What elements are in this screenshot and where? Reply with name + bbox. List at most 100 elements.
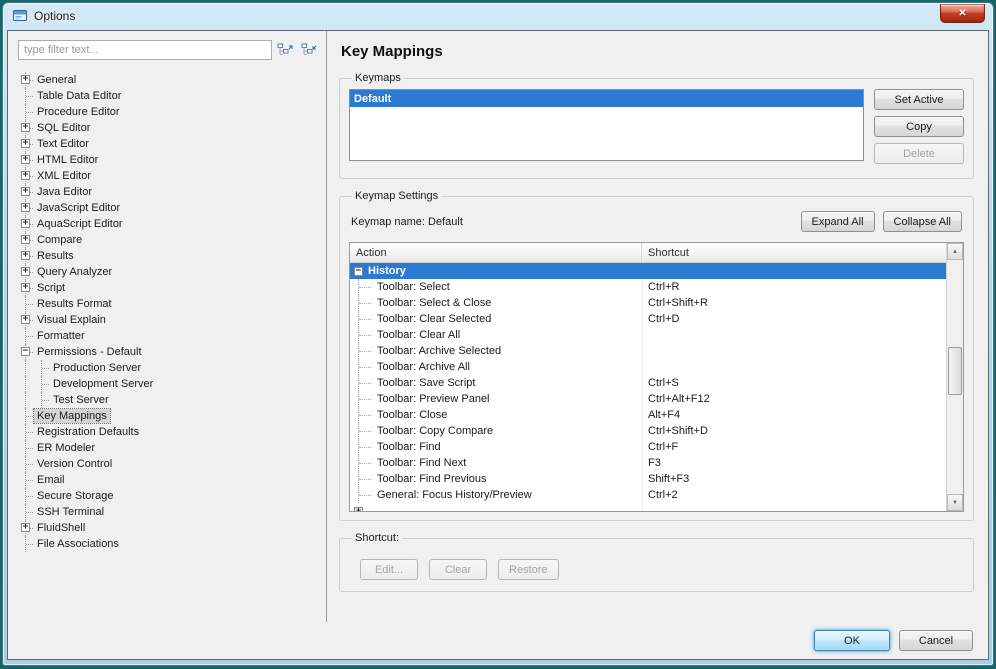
expand-all-tree-button[interactable]	[274, 40, 296, 60]
tree-item-email[interactable]: Email	[18, 472, 320, 488]
tree-item-query-analyzer[interactable]: + Query Analyzer	[18, 264, 320, 280]
clear-button[interactable]: Clear	[429, 559, 487, 580]
keymap-action-row-toolbar-select[interactable]: Toolbar: Select Ctrl+R	[350, 279, 946, 295]
tree-item-table-data-editor[interactable]: Table Data Editor	[18, 88, 320, 104]
delete-button[interactable]: Delete	[874, 143, 964, 164]
keymap-action-row-toolbar-clear-selected[interactable]: Toolbar: Clear Selected Ctrl+D	[350, 311, 946, 327]
keymap-action-row-toolbar-find-previous[interactable]: Toolbar: Find Previous Shift+F3	[350, 471, 946, 487]
ok-button[interactable]: OK	[814, 630, 890, 651]
action-label: Toolbar: Save Script	[377, 377, 476, 389]
expand-icon[interactable]: +	[21, 523, 30, 532]
table-header[interactable]: Action Shortcut	[350, 243, 946, 263]
tree-item-script[interactable]: + Script	[18, 280, 320, 296]
tree-item-xml-editor[interactable]: + XML Editor	[18, 168, 320, 184]
tree-item-er-modeler[interactable]: ER Modeler	[18, 440, 320, 456]
tree-connector	[350, 423, 377, 439]
tree-connector: +	[18, 280, 34, 296]
tree-item-permissions-default[interactable]: − Permissions - Default	[18, 344, 320, 360]
action-label: Toolbar: Select & Close	[377, 297, 492, 309]
scroll-up-button[interactable]: ▲	[947, 243, 963, 260]
collapse-icon[interactable]: −	[354, 266, 363, 276]
tree-indent	[18, 392, 34, 408]
tree-item-visual-explain[interactable]: + Visual Explain	[18, 312, 320, 328]
expand-icon[interactable]: +	[21, 171, 30, 180]
copy-button[interactable]: Copy	[874, 116, 964, 137]
collapse-all-tree-button[interactable]	[298, 40, 320, 60]
expand-icon[interactable]: +	[21, 123, 30, 132]
collapse-all-tree-icon	[301, 43, 317, 58]
tree-item-file-associations[interactable]: File Associations	[18, 536, 320, 552]
tree-item-key-mappings[interactable]: Key Mappings	[18, 408, 320, 424]
column-header-action[interactable]: Action	[350, 243, 642, 262]
tree-item-java-editor[interactable]: + Java Editor	[18, 184, 320, 200]
keymap-action-row-toolbar-find[interactable]: Toolbar: Find Ctrl+F	[350, 439, 946, 455]
tree-item-fluidshell[interactable]: + FluidShell	[18, 520, 320, 536]
tree-connector: +	[18, 184, 34, 200]
tree-item-results[interactable]: + Results	[18, 248, 320, 264]
keymap-group-row-history[interactable]: − History	[350, 263, 946, 279]
scrollbar-thumb[interactable]	[948, 347, 962, 395]
tree-item-sql-editor[interactable]: + SQL Editor	[18, 120, 320, 136]
keymap-action-row-toolbar-preview-panel[interactable]: Toolbar: Preview Panel Ctrl+Alt+F12	[350, 391, 946, 407]
expand-icon[interactable]: +	[21, 187, 30, 196]
tree-item-label: HTML Editor	[37, 154, 99, 166]
expand-icon[interactable]: +	[21, 203, 30, 212]
keymap-action-row-toolbar-archive-all[interactable]: Toolbar: Archive All	[350, 359, 946, 375]
scroll-down-button[interactable]: ▼	[947, 494, 963, 511]
expand-icon[interactable]: +	[21, 283, 30, 292]
tree-connector: +	[18, 216, 34, 232]
keymap-action-row-toolbar-find-next[interactable]: Toolbar: Find Next F3	[350, 455, 946, 471]
expand-icon[interactable]: +	[21, 139, 30, 148]
edit-button[interactable]: Edit...	[360, 559, 418, 580]
keymap-action-row-toolbar-save-script[interactable]: Toolbar: Save Script Ctrl+S	[350, 375, 946, 391]
expand-icon[interactable]: +	[21, 251, 30, 260]
collapse-all-button[interactable]: Collapse All	[882, 211, 962, 232]
keymap-action-row-toolbar-close[interactable]: Toolbar: Close Alt+F4	[350, 407, 946, 423]
keymap-action-row-general-focus-history-preview[interactable]: General: Focus History/Preview Ctrl+2	[350, 487, 946, 503]
tree-item-development-server[interactable]: Development Server	[18, 376, 320, 392]
titlebar[interactable]: Options ✕	[3, 3, 993, 29]
keymap-group-row-item[interactable]: +	[350, 503, 946, 511]
tree-item-javascript-editor[interactable]: + JavaScript Editor	[18, 200, 320, 216]
tree-item-compare[interactable]: + Compare	[18, 232, 320, 248]
expand-icon[interactable]: +	[21, 155, 30, 164]
tree-item-registration-defaults[interactable]: Registration Defaults	[18, 424, 320, 440]
restore-button[interactable]: Restore	[498, 559, 559, 580]
expand-icon[interactable]: +	[21, 75, 30, 84]
table-body: − History Toolbar: Select Ctrl+R Toolbar: Se…	[350, 263, 946, 511]
tree-item-production-server[interactable]: Production Server	[18, 360, 320, 376]
tree-connector: +	[18, 200, 34, 216]
expand-all-button[interactable]: Expand All	[800, 211, 875, 232]
expand-icon[interactable]: +	[21, 315, 30, 324]
keymap-action-row-toolbar-clear-all[interactable]: Toolbar: Clear All	[350, 327, 946, 343]
column-header-shortcut[interactable]: Shortcut	[642, 243, 946, 262]
keymap-list[interactable]: Default	[349, 89, 864, 161]
tree-item-secure-storage[interactable]: Secure Storage	[18, 488, 320, 504]
expand-icon[interactable]: +	[354, 506, 363, 511]
vertical-scrollbar[interactable]: ▲ ▼	[946, 243, 963, 511]
close-button[interactable]: ✕	[940, 4, 985, 23]
keymap-action-row-toolbar-select-close[interactable]: Toolbar: Select & Close Ctrl+Shift+R	[350, 295, 946, 311]
tree-item-ssh-terminal[interactable]: SSH Terminal	[18, 504, 320, 520]
expand-icon[interactable]: +	[21, 219, 30, 228]
tree-item-label: Permissions - Default	[37, 346, 142, 358]
filter-input[interactable]	[18, 40, 272, 60]
tree-connector	[18, 504, 34, 520]
keymap-action-row-toolbar-archive-selected[interactable]: Toolbar: Archive Selected	[350, 343, 946, 359]
cancel-button[interactable]: Cancel	[899, 630, 973, 651]
expand-icon[interactable]: +	[21, 267, 30, 276]
expand-icon[interactable]: +	[21, 235, 30, 244]
tree-item-aquascript-editor[interactable]: + AquaScript Editor	[18, 216, 320, 232]
keymap-list-item[interactable]: Default	[350, 90, 863, 107]
tree-item-results-format[interactable]: Results Format	[18, 296, 320, 312]
tree-item-text-editor[interactable]: + Text Editor	[18, 136, 320, 152]
tree-item-test-server[interactable]: Test Server	[18, 392, 320, 408]
set-active-button[interactable]: Set Active	[874, 89, 964, 110]
tree-item-html-editor[interactable]: + HTML Editor	[18, 152, 320, 168]
tree-item-general[interactable]: + General	[18, 72, 320, 88]
collapse-icon[interactable]: −	[21, 347, 30, 356]
tree-item-version-control[interactable]: Version Control	[18, 456, 320, 472]
tree-item-formatter[interactable]: Formatter	[18, 328, 320, 344]
tree-item-procedure-editor[interactable]: Procedure Editor	[18, 104, 320, 120]
keymap-action-row-toolbar-copy-compare[interactable]: Toolbar: Copy Compare Ctrl+Shift+D	[350, 423, 946, 439]
